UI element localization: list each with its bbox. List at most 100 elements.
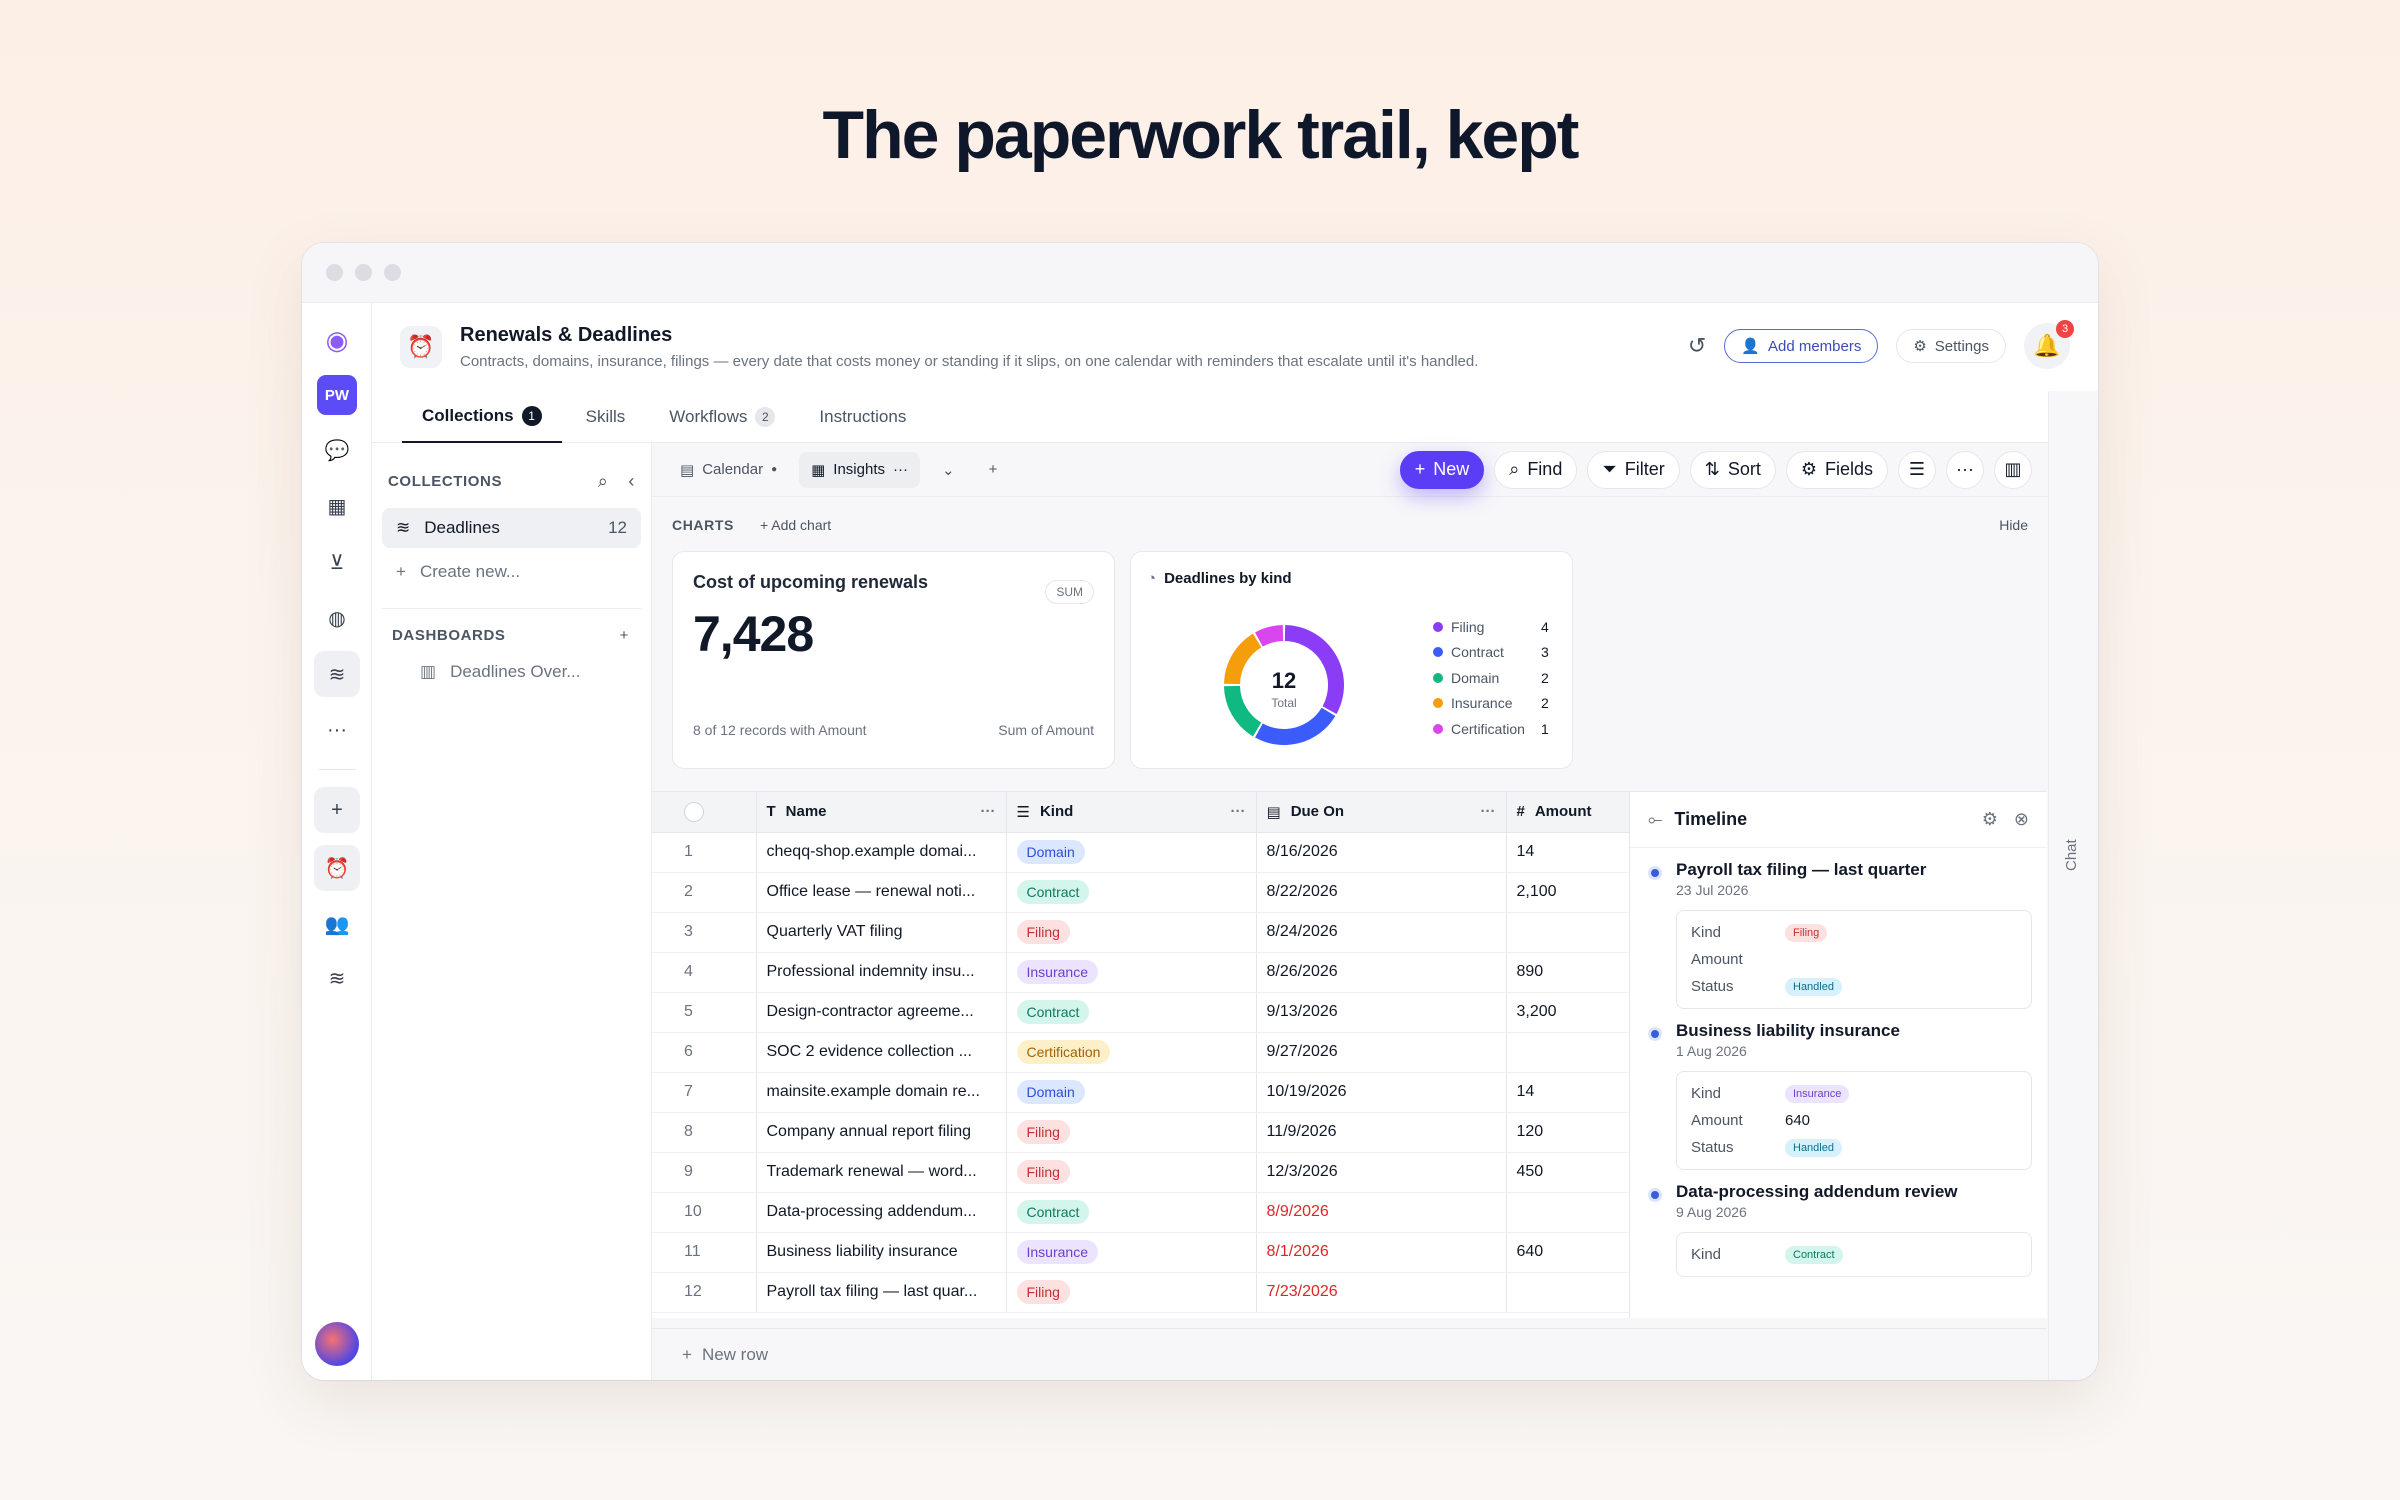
donut-chart-card[interactable]: ◔ Deadlines by kind 12 Total Filing 4 Cont… xyxy=(1130,551,1573,769)
tab-collections[interactable]: Collections 1 xyxy=(402,391,562,443)
row-number-cell[interactable]: 1 xyxy=(652,832,757,873)
name-cell[interactable]: Data-processing addendum... xyxy=(756,1192,1007,1233)
row-number-cell[interactable]: 8 xyxy=(652,1112,757,1153)
timeline-entry[interactable]: Data-processing addendum review 9 Aug 202… xyxy=(1630,1170,2047,1277)
amount-cell[interactable] xyxy=(1506,912,1629,953)
close-icon[interactable]: ⊗ xyxy=(2014,809,2029,830)
column-menu-icon[interactable]: ··· xyxy=(981,803,996,820)
due-date-cell[interactable]: 9/27/2026 xyxy=(1256,1032,1507,1073)
amount-cell[interactable]: 640 xyxy=(1506,1232,1629,1273)
amount-cell[interactable]: 2,100 xyxy=(1506,872,1629,913)
column-header-name[interactable]: T Name ··· xyxy=(756,792,1007,833)
amount-cell[interactable]: 890 xyxy=(1506,952,1629,993)
dashboard-item[interactable]: ▥ Deadlines Over... xyxy=(382,652,641,692)
due-date-cell[interactable]: 8/26/2026 xyxy=(1256,952,1507,993)
name-cell[interactable]: Professional indemnity insu... xyxy=(756,952,1007,993)
row-number-cell[interactable]: 3 xyxy=(652,912,757,953)
sort-button[interactable]: ⇅ Sort xyxy=(1689,450,1776,489)
row-number-cell[interactable]: 4 xyxy=(652,952,757,993)
stack-icon[interactable]: ≋ xyxy=(314,955,360,1001)
amount-cell[interactable] xyxy=(1506,1272,1629,1313)
tab-workflows[interactable]: Workflows 2 xyxy=(649,391,795,443)
globe-icon[interactable]: ◍ xyxy=(314,595,360,641)
name-cell[interactable]: Quarterly VAT filing xyxy=(756,912,1007,953)
due-date-cell[interactable]: 12/3/2026 xyxy=(1256,1152,1507,1193)
history-icon[interactable]: ↺ xyxy=(1688,333,1706,359)
search-icon[interactable]: ⌕ xyxy=(598,471,609,492)
kind-cell[interactable]: Domain xyxy=(1006,1072,1257,1113)
table-row[interactable]: 2 Office lease — renewal noti... Contract 8… xyxy=(652,872,1629,913)
name-cell[interactable]: Company annual report filing xyxy=(756,1112,1007,1153)
table-row[interactable]: 8 Company annual report filing Filing 11/9/… xyxy=(652,1112,1629,1153)
name-cell[interactable]: cheqq-shop.example domai... xyxy=(756,832,1007,873)
timeline-entry[interactable]: Business liability insurance 1 Aug 2026 Ki… xyxy=(1630,1009,2047,1170)
window-close-dot[interactable] xyxy=(326,264,343,281)
amount-cell[interactable] xyxy=(1506,1032,1629,1073)
row-number-cell[interactable]: 12 xyxy=(652,1272,757,1313)
view-tab-calendar[interactable]: ▤ Calendar ● xyxy=(668,452,789,488)
due-date-cell[interactable]: 7/23/2026 xyxy=(1256,1272,1507,1313)
inbox-icon[interactable]: ⊻ xyxy=(314,539,360,585)
add-space-icon[interactable]: + xyxy=(314,787,360,833)
add-dashboard-icon[interactable]: + xyxy=(620,627,629,644)
name-cell[interactable]: SOC 2 evidence collection ... xyxy=(756,1032,1007,1073)
name-cell[interactable]: Business liability insurance xyxy=(756,1232,1007,1273)
name-cell[interactable]: Payroll tax filing — last quar... xyxy=(756,1272,1007,1313)
chat-icon[interactable]: 💬 xyxy=(314,427,360,473)
timeline-entry-card[interactable]: Kind Contract xyxy=(1676,1232,2032,1277)
hide-charts-button[interactable]: Hide xyxy=(1999,517,2028,533)
kind-cell[interactable]: Filing xyxy=(1006,1272,1257,1313)
new-row-button[interactable]: + New row xyxy=(652,1328,2047,1380)
amount-cell[interactable] xyxy=(1506,1192,1629,1233)
apps-grid-icon[interactable]: ▦ xyxy=(314,483,360,529)
table-row[interactable]: 1 cheqq-shop.example domai... Domain 8/16/2… xyxy=(652,832,1629,873)
kind-cell[interactable]: Insurance xyxy=(1006,952,1257,993)
kind-cell[interactable]: Contract xyxy=(1006,872,1257,913)
name-cell[interactable]: Design-contractor agreeme... xyxy=(756,992,1007,1033)
view-tab-insights[interactable]: ▦ Insights ··· xyxy=(799,451,920,488)
kind-cell[interactable]: Domain xyxy=(1006,832,1257,873)
chat-side-rail[interactable]: Chat xyxy=(2048,391,2098,1380)
column-menu-icon[interactable]: ··· xyxy=(1481,803,1496,820)
amount-cell[interactable]: 120 xyxy=(1506,1112,1629,1153)
tab-instructions[interactable]: Instructions xyxy=(799,391,926,443)
row-number-cell[interactable]: 10 xyxy=(652,1192,757,1233)
app-logo-icon[interactable]: ◉ xyxy=(314,317,360,363)
amount-cell[interactable]: 3,200 xyxy=(1506,992,1629,1033)
name-cell[interactable]: Office lease — renewal noti... xyxy=(756,872,1007,913)
table-row[interactable]: 6 SOC 2 evidence collection ... Certificat… xyxy=(652,1032,1629,1073)
row-number-cell[interactable]: 9 xyxy=(652,1152,757,1193)
window-maximize-dot[interactable] xyxy=(384,264,401,281)
table-row[interactable]: 11 Business liability insurance Insurance 8… xyxy=(652,1232,1629,1273)
kind-cell[interactable]: Filing xyxy=(1006,1112,1257,1153)
add-chart-button[interactable]: + Add chart xyxy=(760,517,831,533)
donut-slice-certification[interactable] xyxy=(1255,625,1284,647)
row-number-cell[interactable]: 2 xyxy=(652,872,757,913)
fields-button[interactable]: ⚙ Fields xyxy=(1785,450,1888,489)
alarm-clock-icon[interactable]: ⏰ xyxy=(314,845,360,891)
due-date-cell[interactable]: 9/13/2026 xyxy=(1256,992,1507,1033)
name-cell[interactable]: mainsite.example domain re... xyxy=(756,1072,1007,1113)
row-number-cell[interactable]: 11 xyxy=(652,1232,757,1273)
column-header-amount[interactable]: # Amount xyxy=(1506,792,1629,833)
kind-cell[interactable]: Filing xyxy=(1006,1152,1257,1193)
table-row[interactable]: 10 Data-processing addendum... Contract 8/9… xyxy=(652,1192,1629,1233)
kind-cell[interactable]: Contract xyxy=(1006,992,1257,1033)
sum-chart-card[interactable]: Cost of upcoming renewals SUM 7,428 8 of… xyxy=(672,551,1115,769)
table-row[interactable]: 3 Quarterly VAT filing Filing 8/24/2026 xyxy=(652,912,1629,953)
due-date-cell[interactable]: 11/9/2026 xyxy=(1256,1112,1507,1153)
kind-cell[interactable]: Filing xyxy=(1006,912,1257,953)
due-date-cell[interactable]: 8/22/2026 xyxy=(1256,872,1507,913)
kind-cell[interactable]: Contract xyxy=(1006,1192,1257,1233)
kind-cell[interactable]: Certification xyxy=(1006,1032,1257,1073)
filter-button[interactable]: ⏷ Filter xyxy=(1587,450,1680,489)
amount-cell[interactable]: 14 xyxy=(1506,1072,1629,1113)
more-icon[interactable]: ··· xyxy=(893,461,908,478)
row-number-cell[interactable]: 5 xyxy=(652,992,757,1033)
more-icon[interactable]: ··· xyxy=(314,707,360,753)
row-height-button[interactable]: ☰ xyxy=(1898,450,1936,489)
timeline-entry-card[interactable]: Kind Insurance Amount 640 Status Handled xyxy=(1676,1071,2032,1170)
amount-cell[interactable]: 14 xyxy=(1506,832,1629,873)
layers-icon[interactable]: ≋ xyxy=(314,651,360,697)
column-menu-icon[interactable]: ··· xyxy=(1231,803,1246,820)
